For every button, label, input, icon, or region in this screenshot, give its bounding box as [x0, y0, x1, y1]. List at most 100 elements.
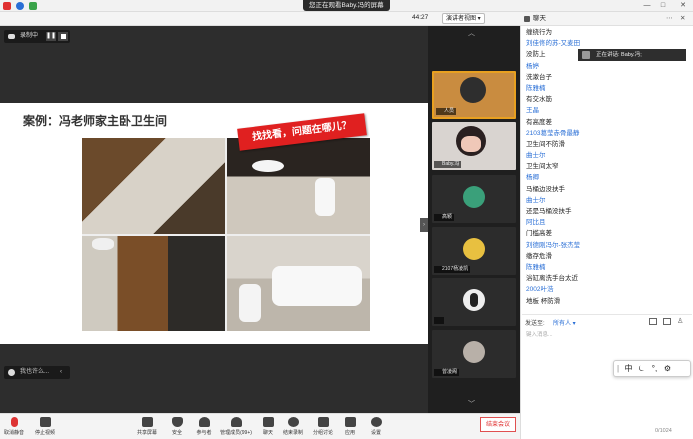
view-select-label: 演讲者视图: [446, 16, 477, 22]
chat-message: 缠绕行为: [526, 29, 552, 36]
pause-recording-icon[interactable]: ❚❚: [46, 32, 56, 41]
end-meeting-button[interactable]: 结束会议: [480, 417, 516, 432]
speaker-avatar: [582, 51, 590, 59]
chat-message: 卫生间太窄: [526, 163, 559, 171]
chat-sender[interactable]: 2103葛莹赤骨最静: [526, 128, 676, 139]
maximize-button[interactable]: □: [656, 0, 670, 11]
ime-chinese[interactable]: 中: [622, 361, 635, 377]
chat-message: 洗漱台子: [526, 73, 552, 81]
chat-message: 有交水筋: [526, 96, 552, 104]
stop-recording-button[interactable]: 结束录制: [279, 417, 307, 436]
camera-icon: [39, 417, 51, 427]
video-tile-5[interactable]: [432, 278, 516, 326]
video-tile-1[interactable]: 人员: [432, 71, 516, 119]
apps-button[interactable]: 应用: [336, 417, 364, 436]
shield-icon[interactable]: [16, 2, 24, 10]
gear-icon[interactable]: ⚙: [661, 361, 674, 377]
video-tile-6[interactable]: 曾凌阁: [432, 330, 516, 378]
chat-sender[interactable]: 杨婷: [526, 61, 676, 72]
viewing-banner[interactable]: 您正在观看Baby.冯的屏幕: [303, 0, 390, 11]
chat-icon: [524, 16, 530, 22]
ime-toolbar[interactable]: | 中 ⏾ °, ⚙: [613, 360, 691, 377]
participants-button[interactable]: 参与者: [190, 417, 218, 436]
share-screen-button[interactable]: 共享屏幕: [133, 417, 161, 436]
photo-toilet-corner: [82, 236, 225, 331]
participants-icon: [198, 417, 210, 427]
speaking-indicator: 正在讲话: Baby.冯;: [578, 49, 686, 61]
chat-message: 卫生间不防滑: [526, 140, 565, 148]
video-tile-3[interactable]: 高颖: [432, 175, 516, 223]
chat-messages: 缠绕行为 刘佳佟的苏-又麦田 没防上 杨婷 洗漱台子 陈雅楠 有交水筋 王晶 有高度差 2103葛…: [526, 27, 676, 307]
participant-name: [434, 317, 444, 324]
breakout-rooms-icon: [317, 417, 329, 427]
chat-sender[interactable]: 刘佳佟的苏-又麦田: [526, 38, 676, 49]
chat-preview[interactable]: 我也许么... ‹: [4, 366, 70, 379]
members-icon: [230, 417, 242, 427]
recording-label: 录制中: [20, 33, 39, 39]
chat-input-placeholder: 键入消息...: [526, 332, 553, 338]
zoom-logo-icon: [3, 2, 11, 10]
meeting-timer: 44:27: [412, 14, 429, 21]
manage-members-button[interactable]: 管理成员(99+): [218, 417, 254, 436]
chat-divider: [522, 314, 692, 315]
chat-header: 聊天 ⋯ ✕: [520, 12, 693, 26]
chat-sender[interactable]: 杨卿: [526, 172, 676, 183]
photo-bathtub: [227, 236, 370, 331]
chat-message: 地板 杯防滑: [526, 297, 561, 305]
expand-panel-icon[interactable]: ›: [420, 218, 428, 232]
chat-message: 有高度差: [526, 118, 552, 126]
screenshot-icon[interactable]: [663, 318, 671, 325]
moon-icon[interactable]: ⏾: [635, 361, 648, 377]
chat-sender[interactable]: 陈雅楠: [526, 262, 676, 273]
shield-icon: [171, 417, 183, 427]
char-counter: 0/1024: [655, 428, 672, 434]
chat-sender[interactable]: 刘德刚冯尔-张杰莹: [526, 240, 676, 251]
chat-button[interactable]: 聊天: [254, 417, 282, 436]
chat-sender[interactable]: 陈雅楠: [526, 83, 676, 94]
cloud-icon: [8, 34, 15, 39]
stop-recording-icon[interactable]: [58, 32, 68, 41]
video-tile-2[interactable]: Baby.冯: [432, 122, 516, 170]
chat-sender[interactable]: 2002叶浩: [526, 284, 676, 295]
punctuation-icon[interactable]: °,: [648, 361, 661, 377]
breakout-rooms-button[interactable]: 分组讨论: [309, 417, 337, 436]
photo-sink-toilet: [227, 138, 370, 234]
bathroom-photo-grid: [82, 138, 370, 331]
settings-button[interactable]: 设置: [362, 417, 390, 436]
signal-icon: [29, 2, 37, 10]
view-select[interactable]: 演讲者视图 ▾: [442, 13, 485, 24]
chevron-down-icon[interactable]: ﹀: [468, 399, 475, 409]
chat-sender[interactable]: 曲士尔: [526, 195, 676, 206]
close-button[interactable]: ✕: [676, 0, 690, 11]
security-button[interactable]: 安全: [163, 417, 191, 436]
chevron-up-icon[interactable]: ︿: [468, 28, 475, 38]
chat-sender[interactable]: 王晶: [526, 105, 676, 116]
chat-message: 马桶边没扶手: [526, 185, 565, 193]
participant-name: 曾凌阁: [434, 369, 460, 376]
minimize-button[interactable]: —: [640, 0, 654, 11]
chat-message: 门槛高差: [526, 230, 552, 238]
participant-name: 2107杨凌凯: [434, 266, 471, 273]
slide-title: 案例：冯老师家主卧卫生间: [23, 114, 168, 128]
recording-indicator: 录制中 ❚❚: [4, 30, 70, 43]
chat-bubble-icon: [262, 417, 274, 427]
file-icon[interactable]: [649, 318, 657, 325]
mic-muted-icon: [10, 417, 18, 427]
stop-video-button[interactable]: 停止视频: [31, 417, 59, 436]
video-tile-4[interactable]: 2107杨凌凯: [432, 227, 516, 275]
chat-message: 还是马桶没扶手: [526, 208, 572, 215]
participant-name: Baby.冯: [434, 161, 462, 168]
chevron-left-icon[interactable]: ‹: [60, 366, 62, 379]
chat-message: 浴缸离洗手台太近: [526, 275, 578, 283]
participant-name: 高颖: [434, 214, 455, 221]
gear-icon: [370, 417, 382, 427]
chat-sender[interactable]: 曲士尔: [526, 150, 676, 161]
user-options-icon[interactable]: ♙: [677, 317, 683, 325]
chat-message: 缴存危滑: [526, 252, 552, 260]
close-chat-icon[interactable]: ✕: [680, 12, 685, 26]
more-icon[interactable]: ⋯: [666, 12, 673, 26]
chat-preview-label: 我也许么...: [20, 369, 50, 375]
chat-sender[interactable]: 阿比且: [526, 217, 676, 228]
apps-icon: [344, 417, 356, 427]
unmute-button[interactable]: 取消静音: [0, 417, 28, 436]
